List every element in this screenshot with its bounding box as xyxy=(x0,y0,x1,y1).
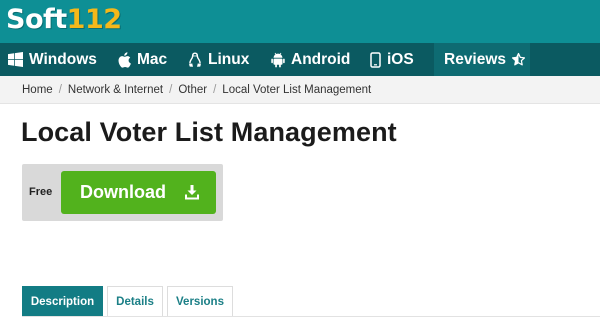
nav-item-mac[interactable]: Mac xyxy=(118,43,167,76)
breadcrumb-network-internet[interactable]: Network & Internet xyxy=(68,84,163,96)
site-header: Soft 112 xyxy=(0,0,600,43)
ios-icon xyxy=(370,51,381,68)
tab-description[interactable]: Description xyxy=(22,286,103,316)
breadcrumb-separator: / xyxy=(169,83,173,96)
breadcrumb: Home / Network & Internet / Other / Loca… xyxy=(0,76,600,104)
breadcrumb-separator: / xyxy=(213,83,217,96)
nav-label-linux: Linux xyxy=(208,50,250,68)
platform-nav: Windows Mac Linux Android iOS Reviews xyxy=(0,43,600,76)
site-logo[interactable]: Soft 112 xyxy=(6,4,122,38)
tab-details[interactable]: Details xyxy=(107,286,163,316)
download-box: Free Download xyxy=(22,164,223,221)
nav-item-linux[interactable]: Linux xyxy=(188,43,249,76)
tab-divider xyxy=(22,316,600,317)
nav-label-reviews: Reviews xyxy=(444,50,507,68)
download-button[interactable]: Download xyxy=(61,171,216,214)
download-button-label: Download xyxy=(80,182,166,202)
download-icon xyxy=(185,185,199,200)
breadcrumb-home[interactable]: Home xyxy=(22,84,53,96)
breadcrumb-separator: / xyxy=(58,83,62,96)
star-half-icon xyxy=(511,52,526,66)
android-icon xyxy=(271,52,285,67)
nav-label-ios: iOS xyxy=(387,50,414,68)
tab-versions[interactable]: Versions xyxy=(167,286,233,316)
license-label: Free xyxy=(29,186,53,198)
logo-number: 112 xyxy=(66,4,122,35)
nav-item-windows[interactable]: Windows xyxy=(8,43,97,76)
nav-label-android: Android xyxy=(291,50,351,68)
breadcrumb-current: Local Voter List Management xyxy=(222,83,372,96)
nav-label-mac: Mac xyxy=(137,50,168,68)
windows-icon xyxy=(8,52,23,67)
apple-icon xyxy=(118,51,131,68)
page-title: Local Voter List Management xyxy=(21,117,397,147)
nav-item-reviews[interactable]: Reviews xyxy=(434,43,530,76)
linux-icon xyxy=(189,52,201,67)
breadcrumb-other[interactable]: Other xyxy=(178,84,207,96)
nav-item-ios[interactable]: iOS xyxy=(370,43,414,76)
nav-label-windows: Windows xyxy=(29,50,97,68)
nav-item-android[interactable]: Android xyxy=(271,43,350,76)
logo-text: Soft xyxy=(6,4,67,35)
